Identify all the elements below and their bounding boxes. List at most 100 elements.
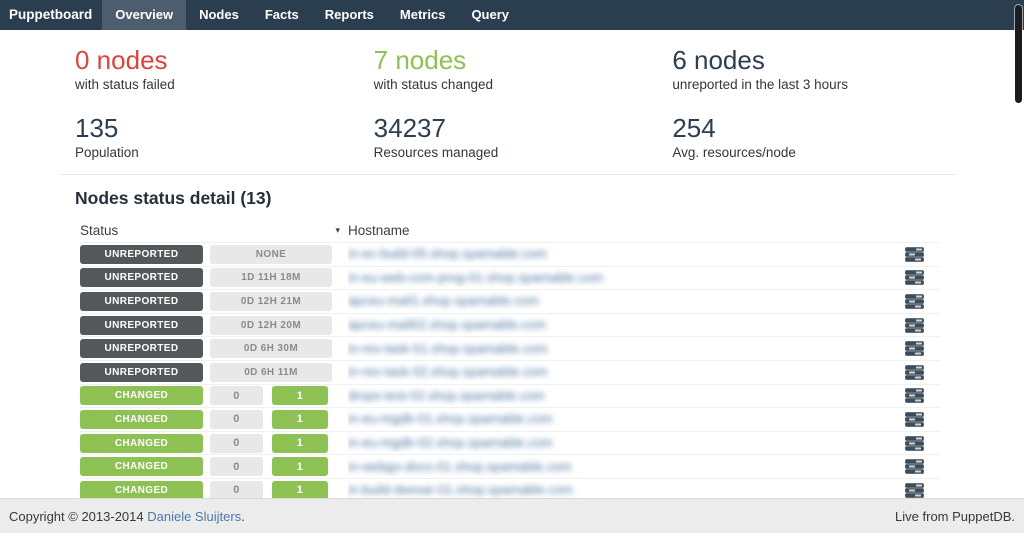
changed-count-badge: 1 — [272, 386, 328, 405]
hostname-cell: in-ec-build-05.shop.spamable.com — [348, 245, 888, 263]
hostname-cell: drops-test-02.shop.spamable.com — [348, 387, 888, 405]
brand-link[interactable]: Puppetboard — [0, 0, 102, 30]
nodes-table-body: UNREPORTED NONE in-ec-build-05.shop.spam… — [80, 242, 940, 498]
hostname-link[interactable]: drops-test-02.shop.spamable.com — [348, 388, 545, 403]
detail-cell: 0D 6H 30M — [210, 339, 348, 358]
hostname-cell: apceu-mail02.shop.spamable.com — [348, 316, 888, 334]
status-badge: CHANGED — [80, 410, 203, 429]
stat-unreported: 6 nodes unreported in the last 3 hours — [657, 46, 956, 94]
hostname-link[interactable]: in-eu-web-com-prog-01.shop.spamable.com — [348, 270, 603, 285]
changed-count-badge: 1 — [272, 434, 328, 453]
table-row: UNREPORTED 0D 6H 30M in-rex-task-01.shop… — [80, 336, 940, 360]
navbar: Puppetboard Overview Nodes Facts Reports… — [0, 0, 1024, 30]
hostname-link[interactable]: in-rex-task-02.shop.spamable.com — [348, 364, 547, 379]
hostname-link[interactable]: in-ec-build-05.shop.spamable.com — [348, 246, 547, 261]
stat-unreported-label: unreported in the last 3 hours — [672, 76, 956, 94]
status-badge: UNREPORTED — [80, 268, 203, 287]
stat-changed: 7 nodes with status changed — [359, 46, 658, 94]
last-report-badge: 0D 6H 11M — [210, 363, 332, 382]
changed-count-badge: 1 — [272, 457, 328, 476]
stat-population: 135 Population — [60, 114, 359, 162]
copyright-text: Copyright © 2013-2014 — [9, 509, 144, 524]
report-icon[interactable] — [888, 365, 940, 380]
main-content: Puppetboard Overview Nodes Facts Reports… — [0, 0, 1024, 498]
section-divider — [60, 174, 956, 175]
status-badge: CHANGED — [80, 481, 203, 498]
tab-metrics[interactable]: Metrics — [387, 0, 459, 30]
stat-failed: 0 nodes with status failed — [60, 46, 359, 94]
stat-resources: 34237 Resources managed — [359, 114, 658, 162]
column-header-hostname: Hostname — [348, 223, 940, 238]
hostname-link[interactable]: in-eu-mgdb-01.shop.spamable.com — [348, 411, 553, 426]
footer-copyright: Copyright © 2013-2014 Daniele Sluijters. — [9, 509, 245, 524]
stat-avg-resources-label: Avg. resources/node — [672, 144, 956, 162]
hostname-cell: in-eu-mgdb-02.shop.spamable.com — [348, 434, 888, 452]
report-icon[interactable] — [888, 270, 940, 285]
table-row: UNREPORTED 0D 12H 20M apceu-mail02.shop.… — [80, 313, 940, 337]
skipped-count-badge: 0 — [210, 434, 263, 453]
report-icon[interactable] — [888, 294, 940, 309]
author-link[interactable]: Daniele Sluijters — [147, 509, 241, 524]
status-badge: UNREPORTED — [80, 316, 203, 335]
stat-avg-resources-value: 254 — [672, 114, 956, 142]
hostname-link[interactable]: in-webgo-docs-01.shop.spamable.com — [348, 459, 571, 474]
scrollbar-thumb[interactable] — [1015, 5, 1022, 103]
status-badge: UNREPORTED — [80, 292, 203, 311]
column-header-status: Status ▾ — [80, 223, 348, 238]
detail-cell: 0D 12H 21M — [210, 292, 348, 311]
stats-grid: 0 nodes with status failed 7 nodes with … — [60, 46, 956, 162]
status-sort-caret-icon[interactable]: ▾ — [335, 225, 340, 236]
stat-unreported-value: 6 nodes — [672, 46, 956, 74]
tab-reports[interactable]: Reports — [312, 0, 387, 30]
status-badge: UNREPORTED — [80, 245, 203, 264]
hostname-link[interactable]: apceu-mail02.shop.spamable.com — [348, 317, 546, 332]
report-icon[interactable] — [888, 483, 940, 498]
report-icon[interactable] — [888, 318, 940, 333]
hostname-link[interactable]: apceu-mail1.shop.spamable.com — [348, 293, 539, 308]
last-report-badge: 0D 6H 30M — [210, 339, 332, 358]
hostname-link[interactable]: in-rex-task-01.shop.spamable.com — [348, 341, 547, 356]
detail-cell: 0D 6H 11M — [210, 363, 348, 382]
report-icon[interactable] — [888, 459, 940, 474]
tab-nodes[interactable]: Nodes — [186, 0, 252, 30]
hostname-link[interactable]: in-eu-mgdb-02.shop.spamable.com — [348, 435, 553, 450]
stat-avg-resources: 254 Avg. resources/node — [657, 114, 956, 162]
status-badge: CHANGED — [80, 457, 203, 476]
report-icon[interactable] — [888, 341, 940, 356]
table-row: CHANGED 01 in-webgo-docs-01.shop.spamabl… — [80, 454, 940, 478]
hostname-cell: in-eu-mgdb-01.shop.spamable.com — [348, 410, 888, 428]
nodes-table: Status ▾ Hostname UNREPORTED NONE in-ec-… — [80, 209, 940, 498]
tab-overview[interactable]: Overview — [102, 0, 186, 30]
report-icon[interactable] — [888, 412, 940, 427]
copyright-period: . — [241, 509, 245, 524]
detail-cell: 01 — [210, 457, 348, 476]
last-report-badge: 0D 12H 21M — [210, 292, 332, 311]
hostname-cell: apceu-mail1.shop.spamable.com — [348, 292, 888, 310]
status-header-label: Status — [80, 223, 118, 238]
stat-population-label: Population — [75, 144, 359, 162]
report-icon[interactable] — [888, 247, 940, 262]
tab-query[interactable]: Query — [458, 0, 522, 30]
hostname-cell: in-build-deesar-01.shop.spamable.com — [348, 481, 888, 498]
status-badge: UNREPORTED — [80, 339, 203, 358]
detail-cell: 01 — [210, 481, 348, 498]
last-report-badge: NONE — [210, 245, 332, 264]
status-badge: UNREPORTED — [80, 363, 203, 382]
detail-cell: 01 — [210, 386, 348, 405]
last-report-badge: 0D 12H 20M — [210, 316, 332, 335]
detail-cell: 0D 12H 20M — [210, 316, 348, 335]
report-icon[interactable] — [888, 388, 940, 403]
stat-failed-label: with status failed — [75, 76, 359, 94]
skipped-count-badge: 0 — [210, 457, 263, 476]
tab-facts[interactable]: Facts — [252, 0, 312, 30]
last-report-badge: 1D 11H 18M — [210, 268, 332, 287]
table-row: UNREPORTED 0D 12H 21M apceu-mail1.shop.s… — [80, 289, 940, 313]
detail-cell: 01 — [210, 410, 348, 429]
stat-resources-value: 34237 — [374, 114, 658, 142]
hostname-cell: in-webgo-docs-01.shop.spamable.com — [348, 458, 888, 476]
hostname-link[interactable]: in-build-deesar-01.shop.spamable.com — [348, 482, 573, 497]
footer: Copyright © 2013-2014 Daniele Sluijters.… — [0, 498, 1024, 533]
table-row: CHANGED 01 in-eu-mgdb-02.shop.spamable.c… — [80, 431, 940, 455]
report-icon[interactable] — [888, 436, 940, 451]
hostname-cell: in-eu-web-com-prog-01.shop.spamable.com — [348, 269, 888, 287]
